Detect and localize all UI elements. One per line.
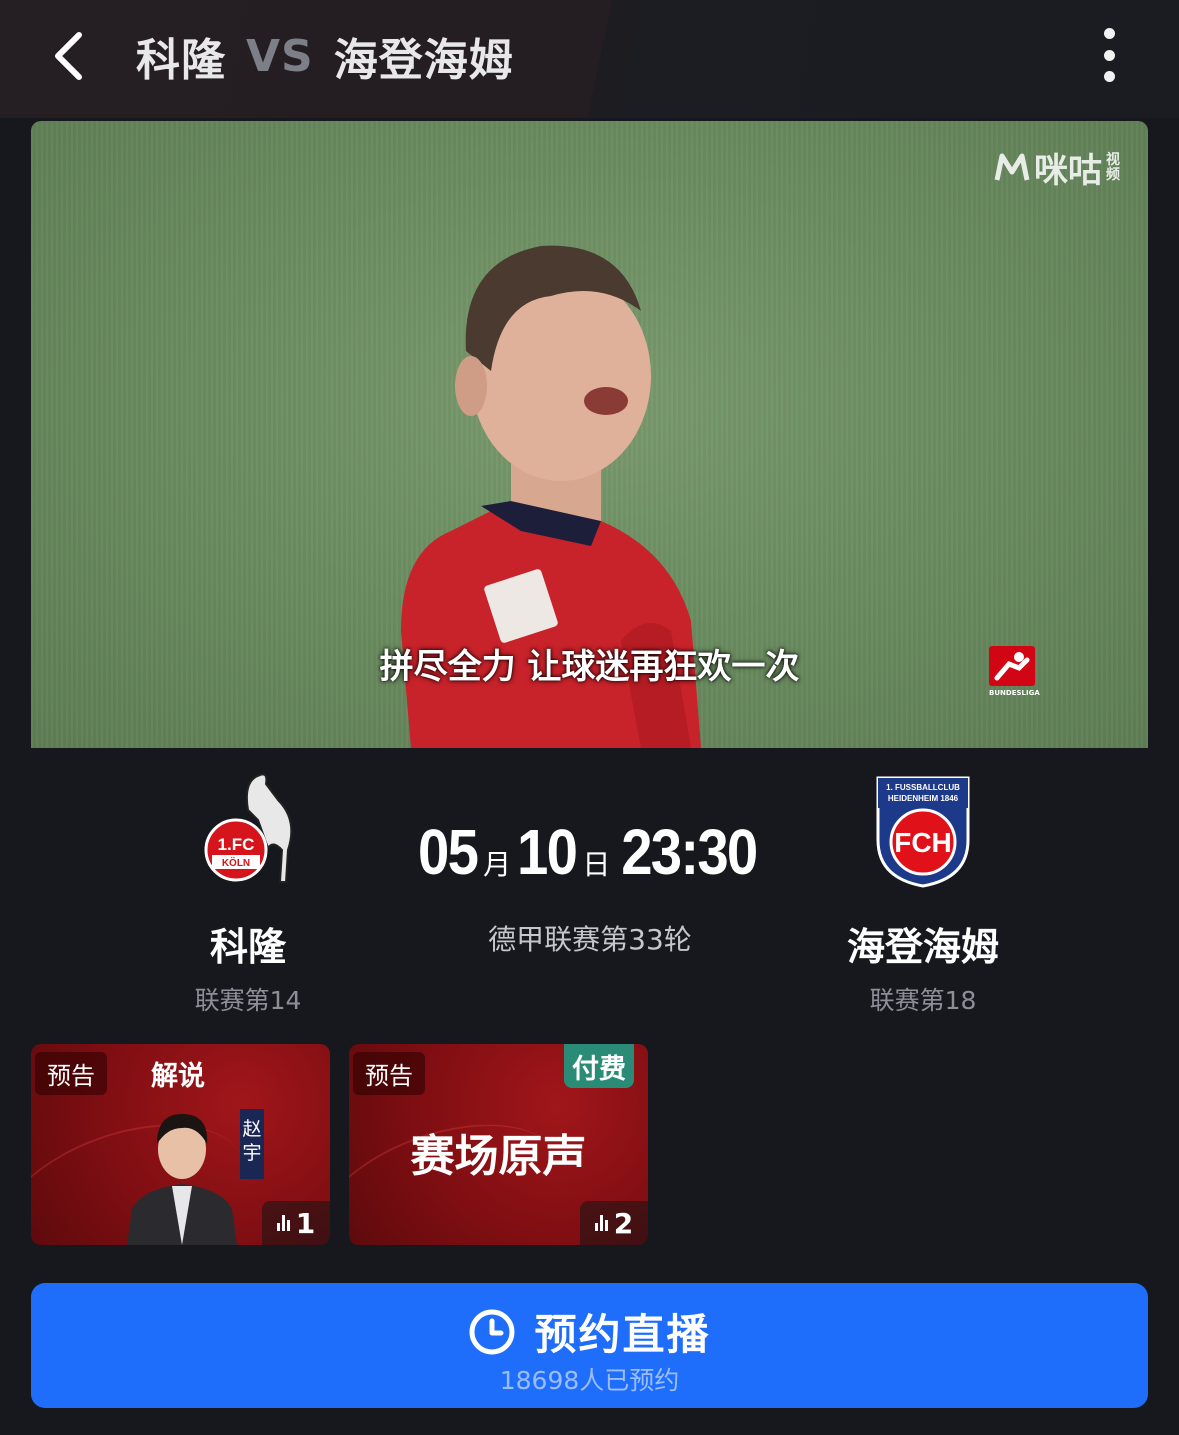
- watermark-small: 视 频: [1106, 151, 1120, 183]
- watermark-small-1: 视: [1106, 151, 1120, 168]
- listener-count-value: 2: [613, 1206, 634, 1240]
- reserve-label: 预约直播: [534, 1310, 711, 1359]
- signal-bars-icon: [594, 1215, 608, 1231]
- home-team[interactable]: 1.FC KÖLN 科隆 联赛第14: [148, 770, 348, 1017]
- commentator-avatar: [127, 1114, 237, 1245]
- more-dot-icon: [1103, 71, 1115, 82]
- day-unit: 日: [582, 849, 611, 880]
- away-team-rank: 联赛第18: [869, 986, 977, 1015]
- commentary-card[interactable]: 预告 解说 赵宇 1: [31, 1044, 330, 1245]
- bundesliga-icon: [989, 646, 1035, 686]
- preview-tag: 预告: [35, 1052, 107, 1095]
- heidenheim-crest-top2: HEIDENHEIM 1846: [888, 794, 959, 803]
- header-stripe: [587, 0, 643, 118]
- more-dot-icon: [1103, 49, 1115, 61]
- watermark-brand: 咪咕: [1034, 151, 1102, 191]
- title-away-team: 海登海姆: [333, 35, 514, 86]
- month-unit: 月: [483, 849, 512, 880]
- video-subtitle: 拼尽全力 让球迷再狂欢一次: [379, 647, 800, 687]
- home-team-name: 科隆: [209, 925, 286, 969]
- reserve-row: 预约直播: [31, 1301, 1148, 1362]
- chevron-left-icon: [55, 32, 82, 80]
- match-month: 05: [417, 816, 479, 888]
- clock-icon: [469, 1309, 515, 1354]
- bundesliga-logo: BUNDESLIGA: [989, 646, 1040, 704]
- title-home-team: 科隆: [136, 35, 226, 86]
- more-options-button[interactable]: [1088, 24, 1130, 86]
- heidenheim-crest-top1: 1. FUSSBALLCLUB: [886, 783, 960, 792]
- video-player[interactable]: 咪咕 视 频 拼尽全力 让球迷再狂欢一次 BUNDESLIGA: [31, 121, 1148, 748]
- reserve-count: 18698人已预约: [499, 1366, 680, 1395]
- migu-logo-icon: [994, 153, 1030, 181]
- back-button[interactable]: [40, 26, 96, 86]
- top-bar: 科隆 VS 海登海姆: [0, 0, 1179, 118]
- match-time: 23:30: [621, 816, 759, 888]
- heidenheim-crest-text: FCH: [894, 827, 952, 858]
- title-vs: VS: [246, 30, 314, 82]
- koln-crest-text: 1.FC: [218, 835, 255, 854]
- heidenheim-crest-icon: 1. FUSSBALLCLUB HEIDENHEIM 1846 FCH: [876, 776, 970, 888]
- commentator-name: 赵宇: [240, 1109, 264, 1179]
- away-team[interactable]: 1. FUSSBALLCLUB HEIDENHEIM 1846 FCH 海登海姆…: [823, 770, 1023, 1017]
- commentary-label: 解说: [151, 1061, 205, 1092]
- reserve-live-button[interactable]: 预约直播 18698人已预约: [31, 1283, 1148, 1408]
- home-team-rank: 联赛第14: [194, 986, 302, 1015]
- match-day: 10: [517, 816, 578, 888]
- migu-watermark: 咪咕 视 频: [994, 143, 1120, 192]
- watermark-small-2: 频: [1106, 166, 1120, 183]
- stadium-audio-card[interactable]: 预告 付费 赛场原声 2: [349, 1044, 648, 1245]
- stadium-audio-label: 赛场原声: [410, 1131, 587, 1182]
- away-team-name: 海登海姆: [846, 925, 999, 969]
- preview-tag: 预告: [353, 1052, 425, 1095]
- koln-crest-icon: 1.FC KÖLN: [204, 773, 293, 883]
- bundesliga-text: BUNDESLIGA: [989, 689, 1040, 697]
- listener-count-value: 1: [295, 1206, 316, 1240]
- page-title: 科隆 VS 海登海姆: [136, 26, 514, 87]
- listener-count: 1: [262, 1201, 330, 1245]
- match-round: 德甲联赛第33轮: [488, 923, 692, 956]
- paid-badge: 付费: [564, 1044, 634, 1088]
- koln-crest-sub: KÖLN: [222, 856, 250, 869]
- more-dot-icon: [1103, 28, 1115, 39]
- signal-bars-icon: [276, 1215, 290, 1231]
- match-datetime: 05 月 10 日 23:30: [400, 815, 780, 889]
- listener-count: 2: [580, 1201, 648, 1245]
